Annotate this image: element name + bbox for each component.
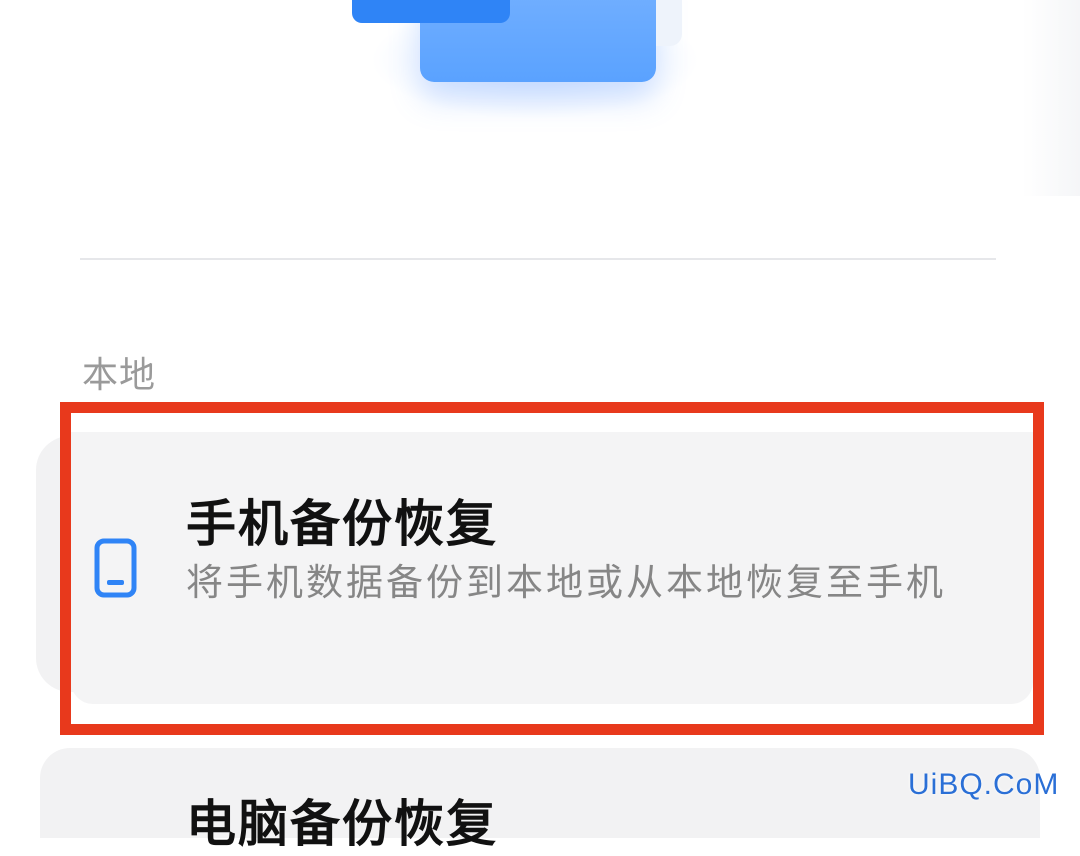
divider [80, 258, 996, 260]
section-label-local: 本地 [82, 355, 157, 396]
illustration-side-panel [656, 0, 682, 46]
highlight-box [60, 402, 1044, 735]
backup-illustration [300, 0, 740, 160]
pc-backup-title: 电脑备份恢复 [186, 795, 498, 853]
illustration-front-panel [352, 0, 510, 23]
background-edge [1022, 0, 1080, 196]
watermark: UiBQ.CoM [908, 768, 1060, 801]
